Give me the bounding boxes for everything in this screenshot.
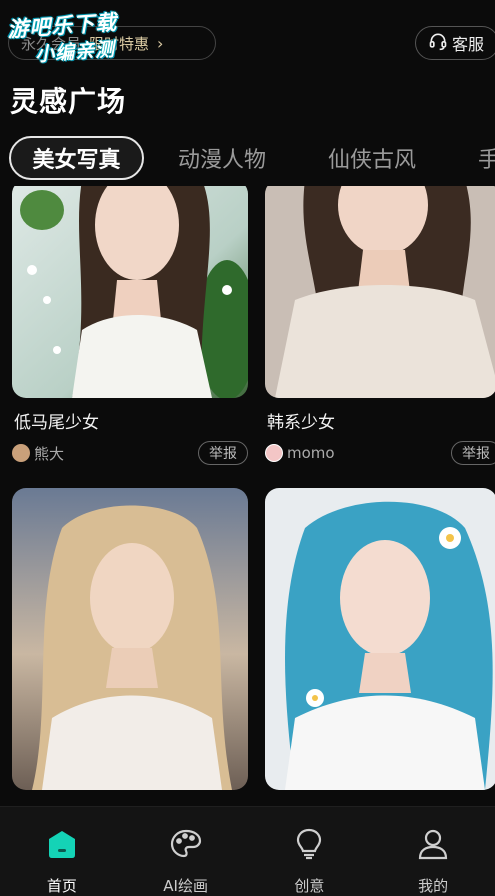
inspiration-grid: 低马尾少女 熊大 举报 韩系少女 momo 举报	[0, 186, 495, 806]
page-title: 灵感广场	[10, 85, 127, 118]
lightbulb-icon	[292, 827, 326, 865]
nav-ai-painting[interactable]: AI绘画	[124, 807, 248, 896]
artwork-title: 低马尾少女	[14, 413, 99, 433]
avatar	[265, 444, 283, 462]
artwork-meta: momo 举报	[265, 441, 495, 465]
artwork-meta: 熊大 举报	[12, 441, 248, 465]
service-label: 客服	[452, 35, 485, 54]
nav-label: 创意	[294, 877, 325, 895]
watermark-line2: 小编亲测	[34, 38, 116, 66]
artwork-card[interactable]	[265, 488, 495, 790]
artwork-image[interactable]	[12, 488, 248, 790]
author-name: momo	[287, 444, 335, 462]
nav-label: 我的	[418, 877, 449, 895]
artwork-title: 韩系少女	[267, 413, 335, 433]
artwork-image[interactable]	[265, 186, 495, 398]
nav-creative[interactable]: 创意	[248, 807, 372, 896]
tab-anime-characters[interactable]: 动漫人物	[178, 136, 266, 180]
nav-profile[interactable]: 我的	[371, 807, 495, 896]
user-icon	[416, 827, 450, 865]
nav-home[interactable]: 首页	[0, 807, 124, 896]
category-tabs: 美女写真 动漫人物 仙侠古风 手	[0, 136, 495, 180]
nav-label: AI绘画	[163, 877, 208, 895]
chevron-right-icon: ›	[157, 33, 164, 53]
avatar	[12, 444, 30, 462]
author-info[interactable]: 熊大	[12, 443, 64, 464]
artwork-image[interactable]	[265, 488, 495, 790]
artwork-card[interactable]: 韩系少女 momo 举报	[265, 186, 495, 465]
artwork-card[interactable]	[12, 488, 248, 790]
artwork-image[interactable]	[12, 186, 248, 398]
palette-icon	[169, 827, 203, 865]
tab-beauty-portrait[interactable]: 美女写真	[9, 136, 144, 180]
author-info[interactable]: momo	[265, 444, 335, 462]
tab-xianxia-ancient[interactable]: 仙侠古风	[328, 136, 416, 180]
headset-icon	[428, 31, 448, 55]
tab-partial[interactable]: 手	[478, 136, 495, 180]
nav-label: 首页	[46, 877, 77, 895]
report-button[interactable]: 举报	[198, 441, 248, 465]
artwork-card[interactable]: 低马尾少女 熊大 举报	[12, 186, 248, 465]
customer-service-button[interactable]: 客服	[415, 26, 495, 60]
author-name: 熊大	[34, 444, 65, 463]
home-icon	[45, 827, 79, 865]
report-button[interactable]: 举报	[451, 441, 495, 465]
bottom-navigation: 首页 AI绘画 创意 我的	[0, 806, 495, 896]
watermark-logo: 游吧乐下载 小编亲测	[6, 6, 120, 69]
